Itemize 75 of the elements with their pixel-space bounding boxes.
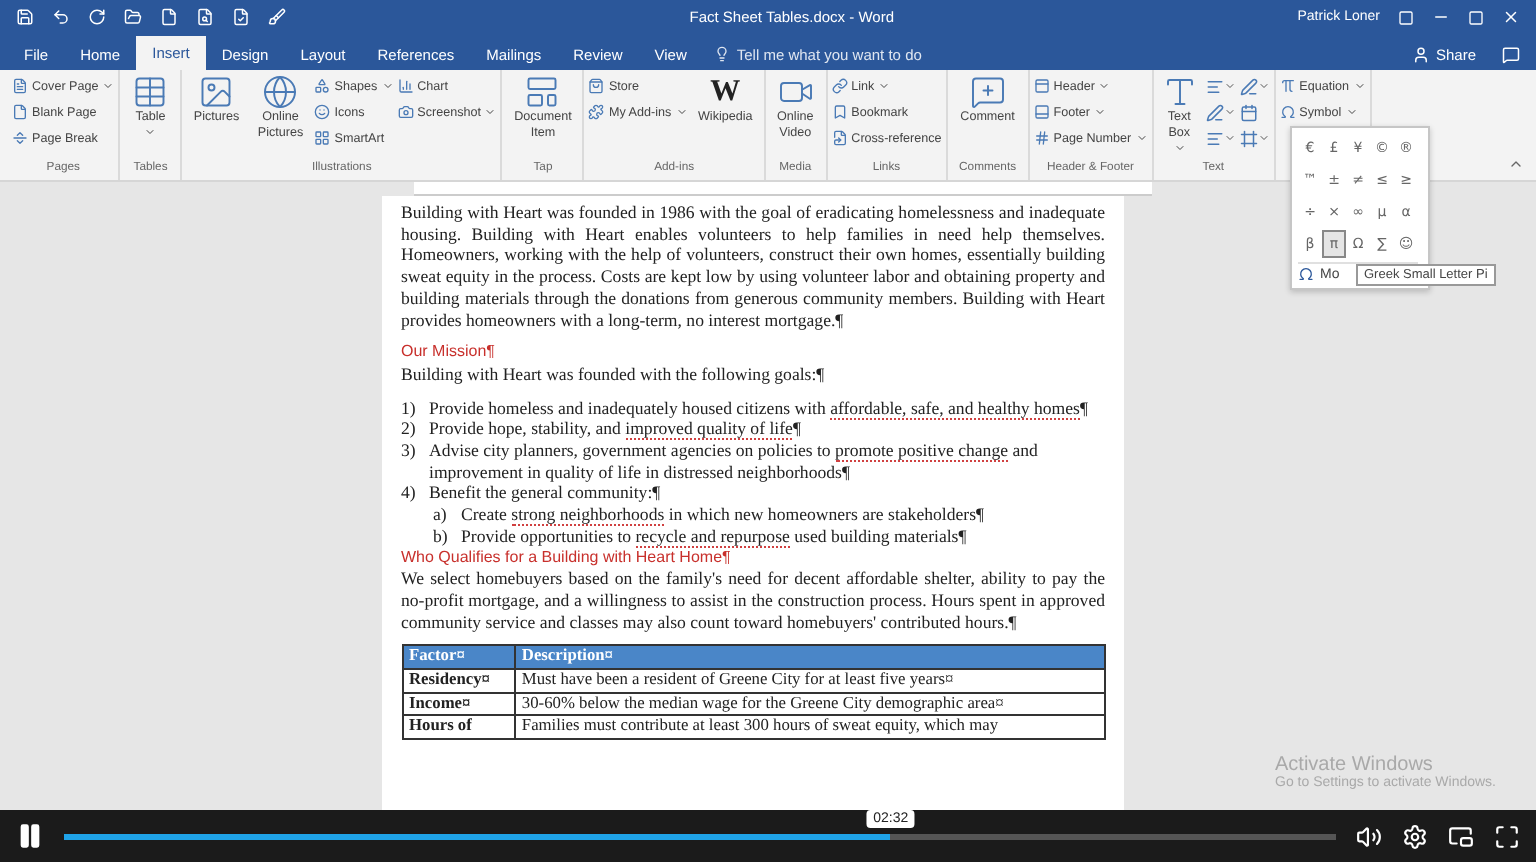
list-item: 1) Provide homeless and inadequately housed citizens with affordable, safe, and healthy homes¶ (401, 397, 1090, 419)
ribbon-icon (1239, 77, 1258, 95)
ribbon-icon (524, 74, 561, 110)
volume-icon[interactable] (1356, 823, 1382, 849)
fullscreen-icon[interactable] (1494, 823, 1520, 849)
comment-icon (1502, 45, 1520, 63)
ribbon-icon (588, 104, 605, 120)
table-cell: 30-60% below the median wage for the Greene City demographic area¤ (514, 692, 1104, 716)
folder-icon[interactable] (124, 8, 142, 26)
person-icon (1411, 45, 1430, 63)
print-preview-icon[interactable] (196, 8, 214, 26)
ribbon-icon (831, 104, 848, 120)
ribbon-icon (1161, 74, 1198, 110)
ribbon-icon (969, 74, 1006, 110)
table-cell: Hours of (402, 715, 515, 740)
document-check-icon[interactable] (232, 8, 250, 26)
ribbon-icon (1205, 77, 1224, 95)
ribbon-icon (1239, 129, 1258, 147)
table-header-cell: Description¤ (514, 645, 1104, 670)
ribbon-tool-button[interactable] (1239, 126, 1270, 150)
omega-icon (1298, 266, 1314, 282)
list-item: 2) Provide hope, stability, and improved quality of life¶ (401, 418, 803, 441)
ribbon-tool-button[interactable] (1205, 100, 1236, 124)
brush-icon[interactable] (268, 8, 286, 26)
ribbon-icon (198, 74, 235, 110)
ribbon-icon (1205, 129, 1224, 147)
ribbon-tool-button[interactable] (1239, 74, 1270, 98)
lightbulb-icon (714, 46, 731, 62)
ribbon-icon (588, 78, 605, 94)
ribbon-icon (12, 130, 28, 146)
body-paragraph: We select homebuyers based on the family's need for decent affordable shelter, ability to pay the no-profit mortgage, and a willingness to assist in the construction process. Hours spent in approved community service and classes may also count toward homebuyers' contributed hours.¶ (401, 568, 1105, 633)
ribbon-display-icon[interactable] (1398, 9, 1414, 25)
table-cell: Residency¤ (402, 669, 515, 693)
ribbon-icon (1279, 104, 1296, 120)
ribbon-icon (1279, 78, 1296, 94)
list-item: 4) Benefit the general community:¶ (401, 482, 663, 505)
restore-icon[interactable] (1468, 9, 1484, 25)
ribbon-icon (12, 78, 28, 94)
ribbon-icon (831, 78, 848, 94)
list-item: 3) Advise city planners, government agencies on policies to promote positive change and improvement in quality of life in distressed neighborhoods¶ (401, 440, 1040, 483)
collapse-ribbon-icon[interactable] (1508, 156, 1524, 172)
ribbon-icon (262, 74, 299, 110)
undo-icon[interactable] (52, 8, 70, 26)
table-cell: Families must contribute at least 300 hours of sweat equity, which may (514, 715, 1104, 740)
pause-icon[interactable] (16, 822, 44, 850)
ribbon-icon (397, 78, 414, 94)
picture-in-picture-icon[interactable] (1448, 823, 1474, 849)
ribbon-icon (132, 74, 169, 110)
list-item: b) Provide opportunities to recycle and repurpose used building materials¶ (431, 525, 969, 548)
ribbon-icon (1033, 104, 1050, 120)
body-paragraph: Building with Heart was founded with the following goals:¶ (401, 363, 827, 386)
table-cell: Income¤ (402, 692, 515, 716)
ribbon-icon (12, 104, 28, 120)
ribbon-icon (1033, 78, 1050, 94)
section-heading: Our Mission¶ (401, 342, 497, 364)
ribbon-icon (1239, 103, 1258, 121)
ribbon-icon (831, 130, 848, 146)
activation-title: Activate Windows (1275, 754, 1435, 776)
ribbon-icon (1033, 130, 1050, 146)
ribbon-icon (1205, 103, 1224, 121)
ribbon-icon (397, 104, 414, 120)
document-icon[interactable] (160, 8, 178, 26)
save-icon[interactable] (16, 8, 34, 26)
body-paragraph: Building with Heart was founded in 1986 with the goal of eradicating homelessness and inadequate housing. Building with Heart enables volunteers to help families in need help themselves. Homeowners, working with the help of volunteers, construct their own homes, essentially building sweat equity in the process. Costs are kept low by using volunteer labor and obtaining property and building materials through the donations from generous community members. Building with Heart provides homeowners with a long-term, no interest mortgage.¶ (401, 202, 1105, 331)
section-heading: Who Qualifies for a Building with Heart Home¶ (401, 547, 733, 569)
ribbon-icon (314, 78, 331, 94)
close-icon[interactable] (1502, 8, 1520, 26)
list-item: a) Create strong neighborhoods in which new homeowners are stakeholders¶ (431, 504, 986, 526)
ribbon-icon (314, 130, 331, 146)
logo-letter: W (710, 74, 741, 110)
table-header-cell: Factor¤ (402, 645, 515, 670)
table-cell: Must have been a resident of Greene City for at least five years¤ (514, 669, 1104, 693)
settings-icon[interactable] (1402, 823, 1428, 849)
ribbon-icon (314, 104, 331, 120)
redo-icon[interactable] (88, 8, 106, 26)
